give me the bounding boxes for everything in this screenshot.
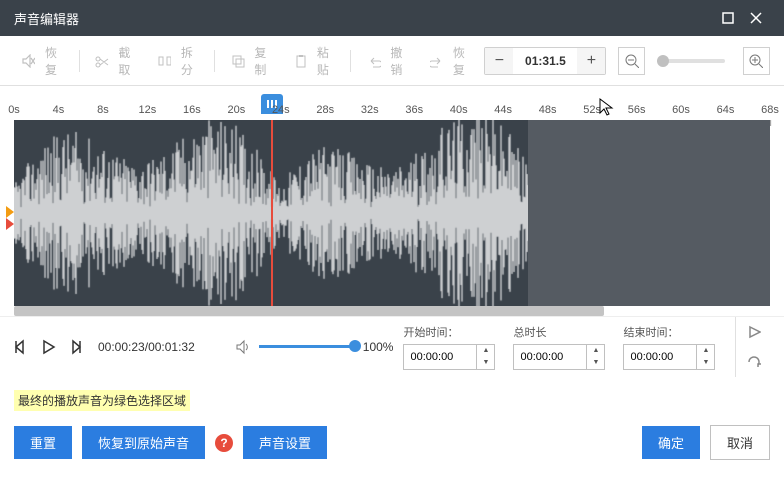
ruler-tick: 4s — [53, 104, 65, 116]
ruler-tick: 20s — [227, 104, 245, 116]
ruler-tick: 44s — [494, 104, 512, 116]
paste-button[interactable]: 粘贴 — [286, 39, 343, 83]
cut-button[interactable]: 截取 — [87, 39, 144, 83]
paste-icon — [294, 54, 307, 68]
ruler-tick: 56s — [628, 104, 646, 116]
timecode-display: 00:00:23/00:01:32 — [98, 340, 195, 354]
ruler-tick: 52s — [583, 104, 601, 116]
preview-play-button[interactable] — [736, 317, 772, 347]
playhead-line[interactable] — [271, 120, 273, 306]
undo-icon — [367, 54, 380, 68]
ruler-tick: 28s — [316, 104, 334, 116]
title-bar: 声音编辑器 — [0, 0, 784, 36]
sound-settings-button[interactable]: 声音设置 — [243, 426, 327, 459]
prev-frame-button[interactable] — [14, 335, 30, 359]
spin-down[interactable]: ▼ — [477, 357, 494, 369]
zoom-slider[interactable] — [657, 59, 724, 63]
split-icon — [158, 54, 171, 68]
transport-controls: 00:00:23/00:01:32 100% 开始时间： ▲▼ 总时长 ▲▼ 结… — [0, 316, 784, 376]
total-time-input[interactable]: ▲▼ — [513, 344, 605, 370]
start-marker[interactable] — [6, 206, 14, 218]
volume-percent: 100% — [363, 340, 394, 354]
split-button[interactable]: 拆分 — [150, 39, 207, 83]
spin-up[interactable]: ▲ — [477, 345, 494, 357]
spin-up[interactable]: ▲ — [587, 345, 604, 357]
ruler-tick: 16s — [183, 104, 201, 116]
volume-slider[interactable] — [259, 345, 355, 348]
spin-down[interactable]: ▼ — [587, 357, 604, 369]
time-minus-button[interactable]: − — [485, 48, 513, 74]
window-title: 声音编辑器 — [14, 9, 79, 28]
toolbar: 恢复 截取 拆分 复制 粘贴 撤销 恢复 − 01:31.5 + — [0, 36, 784, 86]
help-icon[interactable]: ? — [215, 434, 233, 452]
start-time-input[interactable]: ▲▼ — [403, 344, 495, 370]
end-marker[interactable] — [6, 218, 14, 230]
ruler-tick: 64s — [717, 104, 735, 116]
reload-button[interactable] — [736, 347, 772, 377]
zoom-thumb[interactable] — [657, 55, 669, 67]
undo-button[interactable]: 撤销 — [359, 39, 416, 83]
speaker-mute-icon — [22, 54, 35, 68]
waveform-area[interactable] — [14, 120, 770, 316]
horizontal-scrollbar[interactable] — [14, 306, 604, 316]
ruler-tick: 32s — [361, 104, 379, 116]
ruler-tick: 48s — [539, 104, 557, 116]
redo-button[interactable]: 恢复 — [422, 39, 479, 83]
end-time-label: 结束时间： — [623, 324, 715, 340]
volume-thumb[interactable] — [349, 340, 361, 352]
ok-button[interactable]: 确定 — [642, 426, 700, 459]
play-button[interactable] — [40, 335, 56, 359]
ruler-tick: 68s — [761, 104, 779, 116]
start-time-label: 开始时间： — [403, 324, 495, 340]
time-plus-button[interactable]: + — [577, 48, 605, 74]
ruler-tick: 0s — [8, 104, 20, 116]
next-frame-button[interactable] — [66, 335, 82, 359]
ruler-tick: 24s — [272, 104, 290, 116]
total-time-label: 总时长 — [513, 324, 605, 340]
time-stepper: − 01:31.5 + — [484, 47, 606, 75]
volume-control: 100% — [235, 339, 394, 355]
ruler-tick: 36s — [405, 104, 423, 116]
restore-button[interactable]: 恢复 — [14, 39, 71, 83]
time-display: 01:31.5 — [513, 54, 577, 68]
zoom-out-button[interactable] — [618, 47, 645, 75]
ruler-tick: 40s — [450, 104, 468, 116]
cancel-button[interactable]: 取消 — [710, 425, 770, 460]
spin-down[interactable]: ▼ — [697, 357, 714, 369]
reset-button[interactable]: 重置 — [14, 426, 72, 459]
hint-text: 最终的播放声音为绿色选择区域 — [14, 390, 190, 411]
copy-button[interactable]: 复制 — [223, 39, 280, 83]
spin-up[interactable]: ▲ — [697, 345, 714, 357]
ruler-tick: 12s — [139, 104, 157, 116]
end-time-input[interactable]: ▲▼ — [623, 344, 715, 370]
footer: 重置 恢复到原始声音 ? 声音设置 确定 取消 — [0, 425, 784, 474]
scissors-icon — [95, 54, 108, 68]
redo-icon — [430, 54, 443, 68]
copy-icon — [231, 54, 244, 68]
zoom-in-button[interactable] — [743, 47, 770, 75]
ruler-tick: 60s — [672, 104, 690, 116]
ruler-tick: 8s — [97, 104, 109, 116]
close-button[interactable] — [742, 4, 770, 32]
speaker-icon — [235, 339, 251, 355]
restore-original-button[interactable]: 恢复到原始声音 — [82, 426, 205, 459]
timeline-ruler[interactable]: 0s4s8s12s16s20s24s28s32s36s40s44s48s52s5… — [14, 86, 770, 120]
maximize-button[interactable] — [714, 4, 742, 32]
